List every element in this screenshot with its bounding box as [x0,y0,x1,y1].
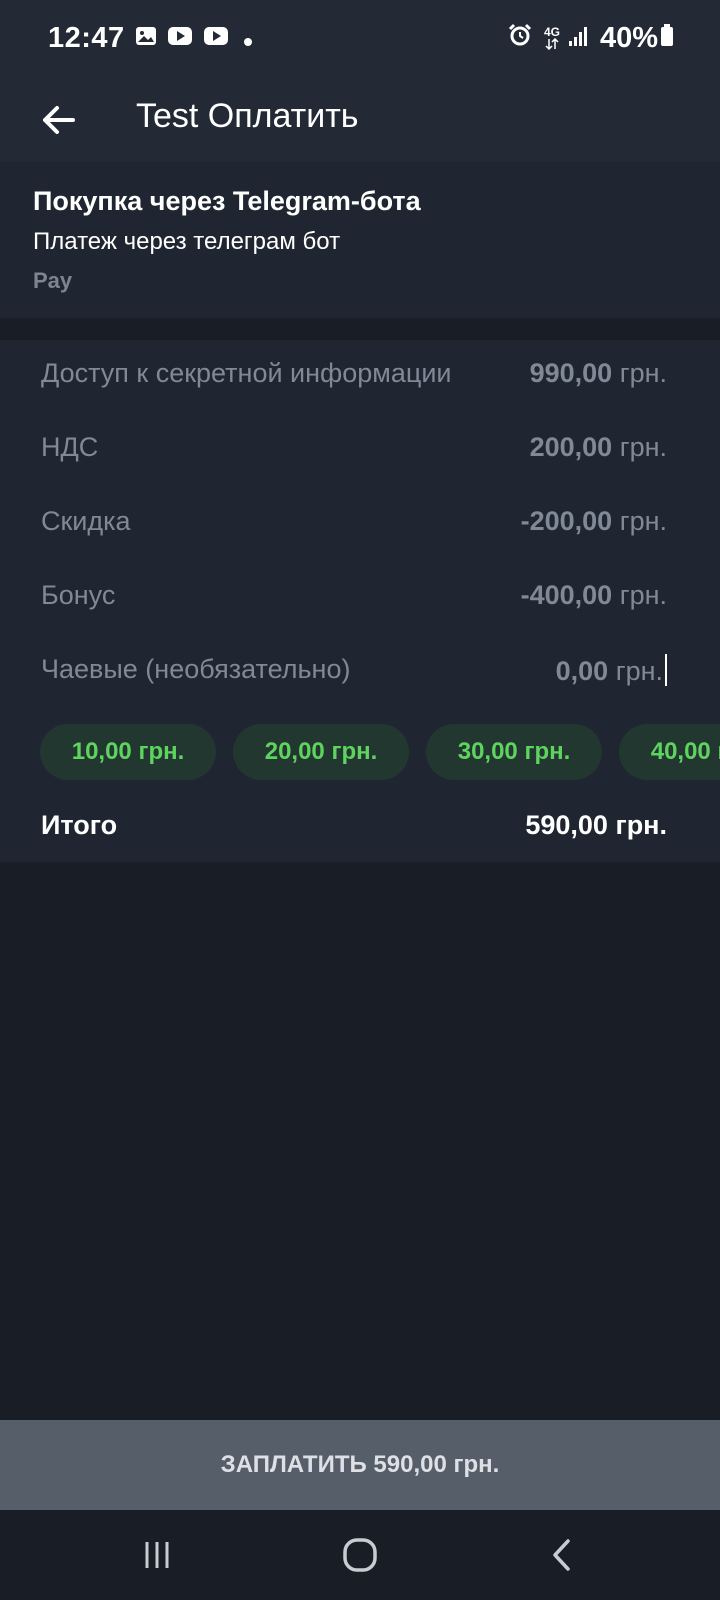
home-button[interactable] [330,1530,390,1580]
status-left: 12:47 [48,22,253,55]
tip-value: 0,00 [555,656,609,686]
recent-apps-button[interactable] [127,1530,187,1580]
price-breakdown: Доступ к секретной информации 990,00 грн… [0,340,720,862]
tip-input[interactable]: 0,00 грн. [556,654,667,687]
pay-button[interactable]: ЗАПЛАТИТЬ 590,00 грн. [0,1420,720,1510]
page-title: Test Оплатить [136,97,359,135]
price-currency: грн. [619,358,667,388]
top-bar: 12:47 4G 40% Test Оплатить [0,0,720,162]
network-4g-icon: 4G [544,26,560,52]
tip-options: 10,00 грн. 20,00 грн. 30,00 грн. 40,00 грн. [40,724,720,782]
chevron-left-icon [553,1539,570,1571]
network-label: 4G [543,24,560,39]
payment-provider: Pay [33,268,73,293]
home-icon [343,1538,377,1572]
tip-input-row[interactable]: Чаевые (необязательно) 0,00 грн. [0,654,720,694]
gallery-icon [135,22,157,55]
price-label: Бонус [41,580,116,610]
tip-currency: грн. [615,656,663,686]
recent-apps-icon [145,1542,169,1568]
tip-label: Чаевые (необязательно) [41,654,351,684]
nav-back-button[interactable] [532,1530,592,1580]
dot-icon [243,22,253,55]
tip-option-button[interactable]: 40,00 грн. [619,724,720,780]
tip-option-button[interactable]: 20,00 грн. [233,724,409,780]
battery-icon [660,22,674,55]
total-row: Итого 590,00 грн. [0,810,720,850]
status-bar: 12:47 4G 40% [0,0,720,80]
tip-option-button[interactable]: 10,00 грн. [40,724,216,780]
youtube-icon [203,22,229,55]
price-row: Бонус -400,00 грн. [0,580,720,620]
payment-screen: 12:47 4G 40% Test Оплатить Покупка через… [0,0,720,1600]
text-cursor [665,654,667,686]
price-currency: грн. [619,506,667,536]
back-button[interactable] [28,90,88,150]
price-row: Доступ к секретной информации 990,00 грн… [0,358,720,398]
price-value: 200,00 [529,432,613,462]
price-label: Скидка [41,506,131,536]
system-nav-bar [0,1510,720,1600]
product-description: Платеж через телеграм бот [33,228,341,255]
tip-option-button[interactable]: 30,00 грн. [426,724,602,780]
price-value: -200,00 [520,506,613,536]
status-time: 12:47 [48,22,125,54]
total-amount: 590,00 грн. [525,810,667,840]
app-header: Test Оплатить [0,80,720,162]
price-value: -400,00 [520,580,613,610]
price-value: 990,00 [529,358,613,388]
price-amount: -200,00 грн. [521,506,667,537]
section-divider [0,318,720,340]
price-label: НДС [41,432,99,462]
alarm-icon [508,22,532,55]
price-amount: -400,00 грн. [521,580,667,611]
signal-icon [568,22,588,55]
price-row: НДС 200,00 грн. [0,432,720,472]
status-right: 4G 40% [498,22,674,55]
price-currency: грн. [619,432,667,462]
total-label: Итого [41,810,118,840]
price-currency: грн. [619,580,667,610]
youtube-icon [167,22,193,55]
product-section: Покупка через Telegram-бота Платеж через… [0,162,720,318]
price-amount: 200,00 грн. [530,432,667,463]
battery-level: 40% [599,22,658,54]
price-row: Скидка -200,00 грн. [0,506,720,546]
product-title: Покупка через Telegram-бота [33,186,421,216]
price-amount: 990,00 грн. [530,358,667,389]
arrow-left-icon [43,106,75,134]
price-label: Доступ к секретной информации [41,358,452,388]
